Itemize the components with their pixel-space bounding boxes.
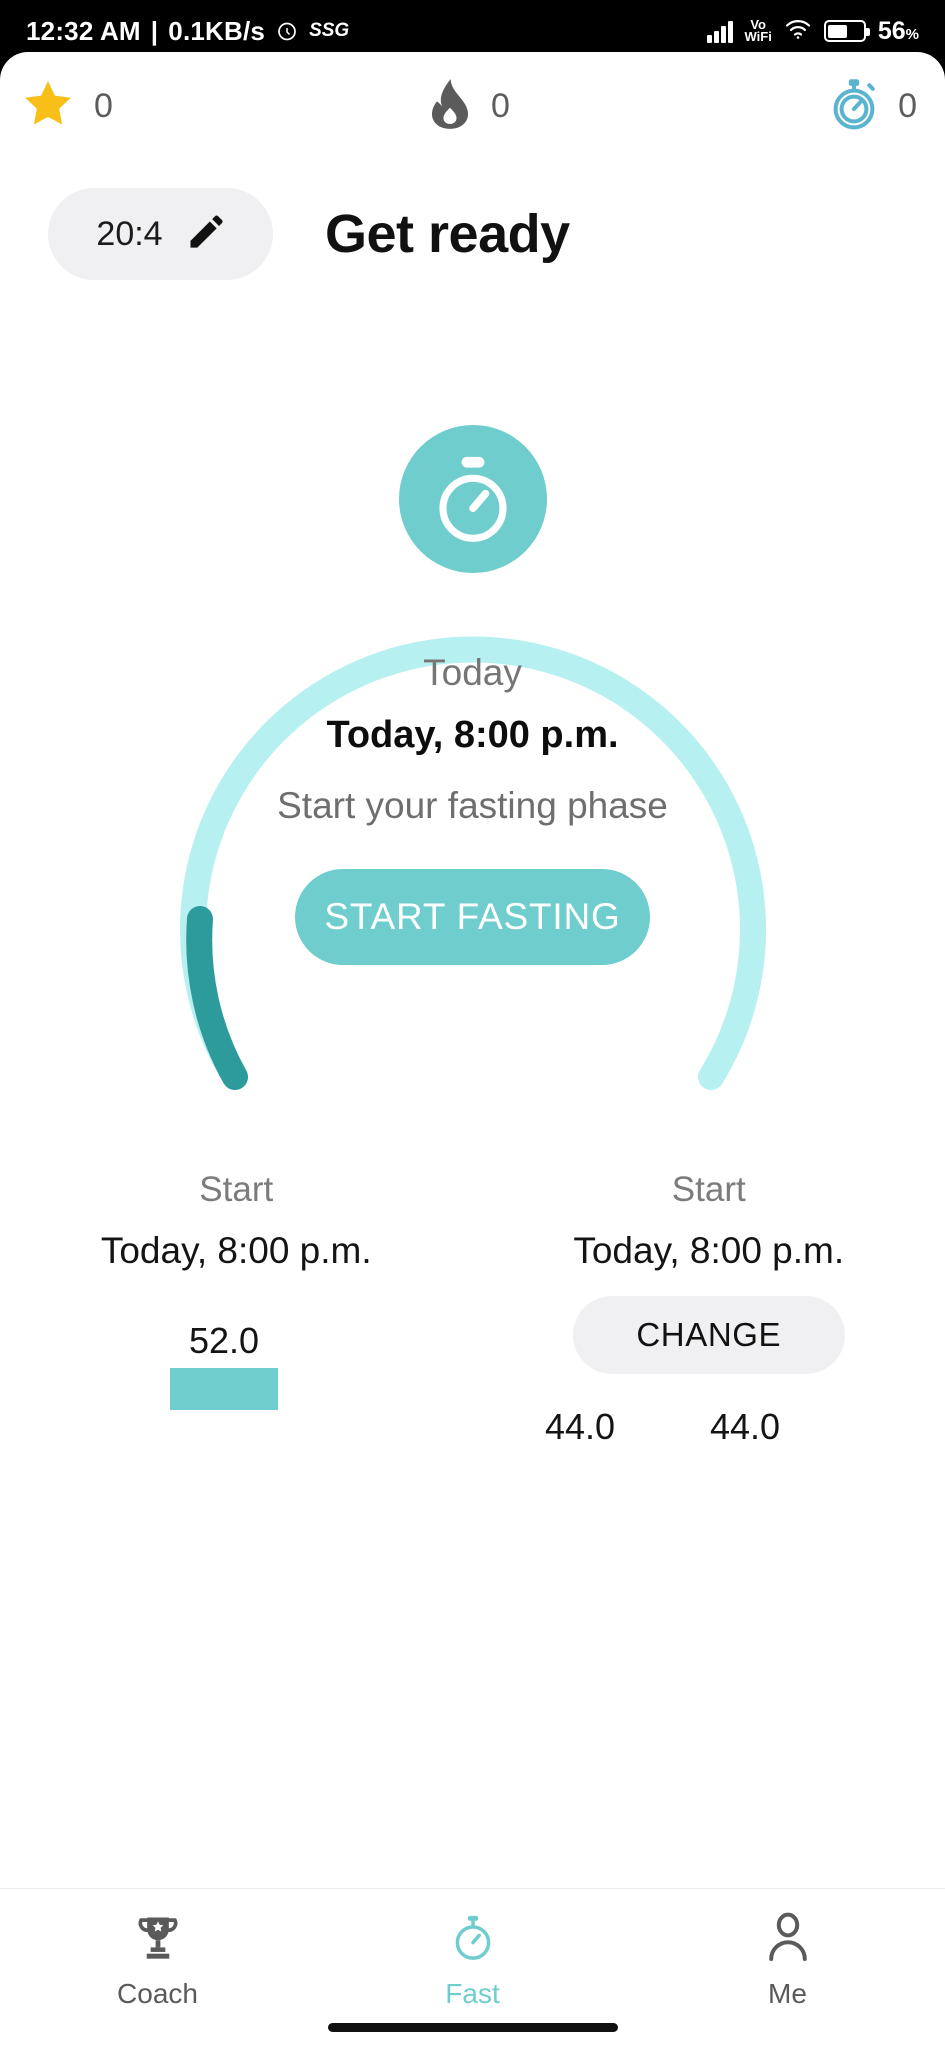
stat-calories[interactable]: 0 — [319, 76, 618, 137]
chart-bar-1[interactable]: 44.0 — [545, 1406, 615, 1440]
chart-bar-0[interactable]: 52.0 — [170, 1320, 278, 1410]
stopwatch-icon — [828, 76, 880, 137]
battery-icon — [823, 20, 870, 42]
fasting-status-badge — [398, 425, 547, 573]
stopwatch-icon — [448, 1911, 498, 1968]
schedule-start-value: Today, 8:00 p.m. — [100, 1230, 372, 1271]
fasting-plan-label: 20:4 — [96, 214, 163, 253]
star-icon — [20, 76, 76, 137]
phone-screen: 12:32 AM | 0.1KB/s SSG Vo WiFi 56% 0 0 0… — [0, 0, 945, 2048]
volte-line-2: WiFi — [744, 29, 772, 44]
schedule-end-value: Today, 8:00 p.m. — [573, 1230, 845, 1271]
flame-icon — [427, 76, 473, 137]
header-row: 20:4 Get ready — [0, 179, 945, 289]
status-bar-left: 12:32 AM | 0.1KB/s SSG — [26, 16, 349, 47]
stopwatch-icon — [438, 456, 507, 542]
status-bar-right: Vo WiFi 56% — [707, 17, 919, 46]
start-fasting-button[interactable]: START FASTING — [295, 869, 650, 965]
stat-fasts-value: 0 — [898, 86, 917, 125]
carrier-tag: SSG — [309, 20, 350, 41]
nav-item-me[interactable]: Me — [630, 1889, 945, 2010]
cellular-signal-icon — [707, 19, 733, 43]
trophy-icon — [132, 1911, 184, 1968]
battery-fill — [828, 24, 847, 38]
weight-chart[interactable]: 52.0 44.0 44.0 — [0, 1320, 945, 1440]
battery-percent: 56% — [877, 16, 919, 45]
bottom-navigation: Coach Fast Me — [0, 1888, 945, 2048]
person-icon — [763, 1911, 813, 1968]
fasting-plan-button[interactable]: 20:4 — [48, 188, 273, 280]
schedule-end-label: Start — [671, 1170, 746, 1209]
wifi-icon — [784, 18, 812, 45]
stats-bar: 0 0 0 — [0, 52, 945, 160]
app-surface: 0 0 0 20:4 Get ready Today Today, 8:00 p… — [0, 52, 945, 2048]
ring-subtitle: Start your fasting phase — [277, 785, 668, 826]
stat-streak-value: 0 — [94, 86, 113, 125]
alarm-clock-icon — [275, 19, 299, 43]
chart-bar-rect-0 — [170, 1368, 278, 1410]
status-network-speed: 0.1KB/s — [168, 15, 266, 46]
schedule-start-label: Start — [199, 1170, 274, 1209]
pencil-edit-icon — [185, 212, 225, 257]
nav-label-coach: Coach — [117, 1978, 198, 2009]
chart-bar-label-2: 44.0 — [710, 1406, 781, 1440]
chart-bar-2[interactable]: 44.0 — [710, 1406, 780, 1440]
home-indicator — [327, 2023, 618, 2032]
status-time: 12:32 AM — [26, 15, 141, 46]
stat-calories-value: 0 — [491, 86, 510, 125]
ring-content: Today Today, 8:00 p.m. Start your fastin… — [0, 652, 945, 965]
ring-datetime: Today, 8:00 p.m. — [326, 714, 619, 756]
volte-wifi-icon: Vo WiFi — [744, 18, 772, 44]
nav-label-me: Me — [768, 1978, 807, 2009]
status-separator: | — [150, 15, 159, 46]
ring-today-label: Today — [423, 652, 522, 693]
nav-item-coach[interactable]: Coach — [0, 1889, 315, 2010]
nav-label-fast: Fast — [445, 1978, 500, 2009]
stat-streak[interactable]: 0 — [0, 76, 319, 137]
page-title: Get ready — [325, 204, 570, 264]
chart-bar-label-1: 44.0 — [545, 1406, 616, 1440]
nav-item-fast[interactable]: Fast — [315, 1889, 630, 2010]
chart-bar-label-0: 52.0 — [188, 1320, 260, 1361]
stat-fasts[interactable]: 0 — [618, 76, 945, 137]
